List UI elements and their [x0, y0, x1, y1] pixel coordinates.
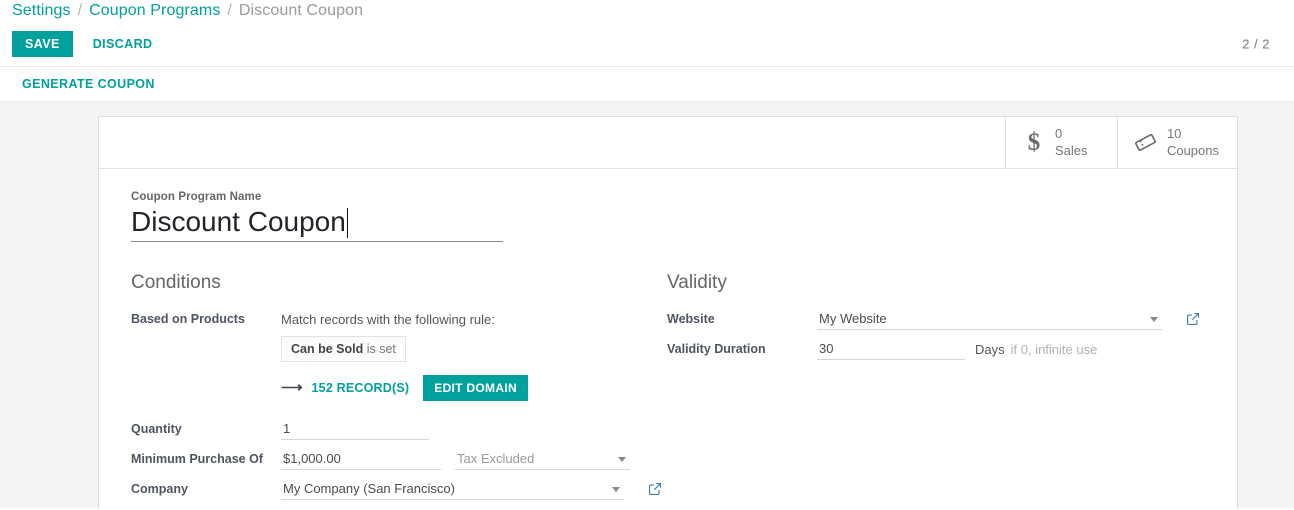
generate-coupon-button[interactable]: GENERATE COUPON	[12, 72, 165, 97]
coupon-program-name-value: Discount Coupon	[131, 206, 346, 237]
chevron-down-icon	[612, 486, 620, 492]
quantity-label: Quantity	[131, 421, 182, 436]
form-sheet: $ 0 Sales 10 Coupons Coupon Program Name…	[98, 116, 1238, 509]
conditions-title: Conditions	[131, 272, 221, 293]
breadcrumb-separator: /	[77, 2, 83, 19]
conditions-group: Conditions Based on Products Match recor…	[131, 272, 667, 509]
coupon-program-name-label: Coupon Program Name	[131, 191, 262, 203]
company-select[interactable]: My Company (San Francisco)	[281, 480, 624, 500]
validity-title: Validity	[667, 272, 727, 293]
company-label: Company	[131, 481, 188, 496]
validity-duration-help: if 0, infinite use	[1010, 341, 1098, 357]
text-cursor	[346, 208, 348, 238]
breadcrumb-item-settings[interactable]: Settings	[12, 2, 71, 20]
field-validity-duration: Validity Duration Days if 0, infinite us…	[667, 339, 1205, 360]
field-quantity: Quantity	[131, 419, 667, 440]
domain-chip-operator: is set	[366, 341, 396, 356]
tax-mode-select[interactable]: Tax Excluded	[455, 450, 630, 470]
stat-button-sales[interactable]: $ 0 Sales	[1004, 117, 1117, 168]
minimum-purchase-input[interactable]	[281, 449, 441, 470]
quantity-input[interactable]	[281, 419, 429, 440]
discard-button[interactable]: DISCARD	[81, 31, 165, 58]
breadcrumb-item-coupon-programs[interactable]: Coupon Programs	[89, 2, 220, 20]
stat-label-coupons: Coupons	[1166, 142, 1219, 158]
stat-value-sales: 0	[1054, 126, 1063, 142]
external-link-icon[interactable]	[648, 482, 662, 499]
field-based-on-products: Based on Products Match records with the…	[131, 309, 667, 401]
stat-value-coupons: 10	[1166, 126, 1182, 142]
record-pager[interactable]: 2 / 2	[1242, 37, 1270, 52]
external-link-icon[interactable]	[1186, 312, 1200, 329]
form-statusbar: GENERATE COUPON	[0, 67, 1294, 102]
stat-button-box: $ 0 Sales 10 Coupons	[99, 117, 1237, 169]
field-company: Company My Company (San Francisco)	[131, 479, 667, 500]
based-on-products-label: Based on Products	[131, 311, 245, 326]
breadcrumb-item-current: Discount Coupon	[238, 2, 364, 19]
company-value: My Company (San Francisco)	[283, 480, 455, 496]
website-label: Website	[667, 311, 715, 326]
validity-duration-unit: Days	[975, 341, 1005, 357]
minimum-purchase-label: Minimum Purchase Of	[131, 451, 263, 466]
dollar-icon: $	[1027, 129, 1041, 156]
stat-button-coupons[interactable]: 10 Coupons	[1116, 117, 1237, 168]
stat-label-sales: Sales	[1054, 142, 1088, 158]
tax-mode-value: Tax Excluded	[457, 450, 535, 466]
breadcrumb: Settings / Coupon Programs / Discount Co…	[0, 0, 1294, 22]
domain-condition-chip[interactable]: Can be Sold is set	[281, 335, 406, 362]
website-value: My Website	[819, 310, 887, 326]
title-block: Coupon Program Name Discount Coupon	[131, 191, 1205, 242]
validity-group: Validity Website My Website Validity Dur…	[667, 272, 1205, 509]
ticket-icon	[1134, 131, 1158, 154]
validity-duration-input[interactable]	[817, 339, 965, 360]
domain-rule-intro: Match records with the following rule:	[281, 311, 495, 327]
sheet-background: $ 0 Sales 10 Coupons Coupon Program Name…	[0, 102, 1294, 509]
save-button[interactable]: SAVE	[12, 30, 73, 58]
field-minimum-purchase: Minimum Purchase Of Tax Excluded	[131, 449, 667, 470]
website-select[interactable]: My Website	[817, 310, 1162, 330]
records-count-link[interactable]: 152 RECORD(S)	[312, 381, 410, 395]
arrow-right-icon: ⟶	[281, 379, 303, 397]
domain-chip-field: Can be Sold	[291, 341, 364, 356]
edit-domain-button[interactable]: EDIT DOMAIN	[423, 374, 528, 401]
coupon-program-name-input[interactable]: Discount Coupon	[131, 206, 503, 242]
validity-duration-label: Validity Duration	[667, 341, 766, 356]
field-website: Website My Website	[667, 309, 1205, 330]
control-panel: SAVE DISCARD 2 / 2	[0, 22, 1294, 67]
chevron-down-icon	[1150, 316, 1158, 322]
breadcrumb-separator: /	[227, 2, 232, 19]
chevron-down-icon	[618, 456, 626, 462]
